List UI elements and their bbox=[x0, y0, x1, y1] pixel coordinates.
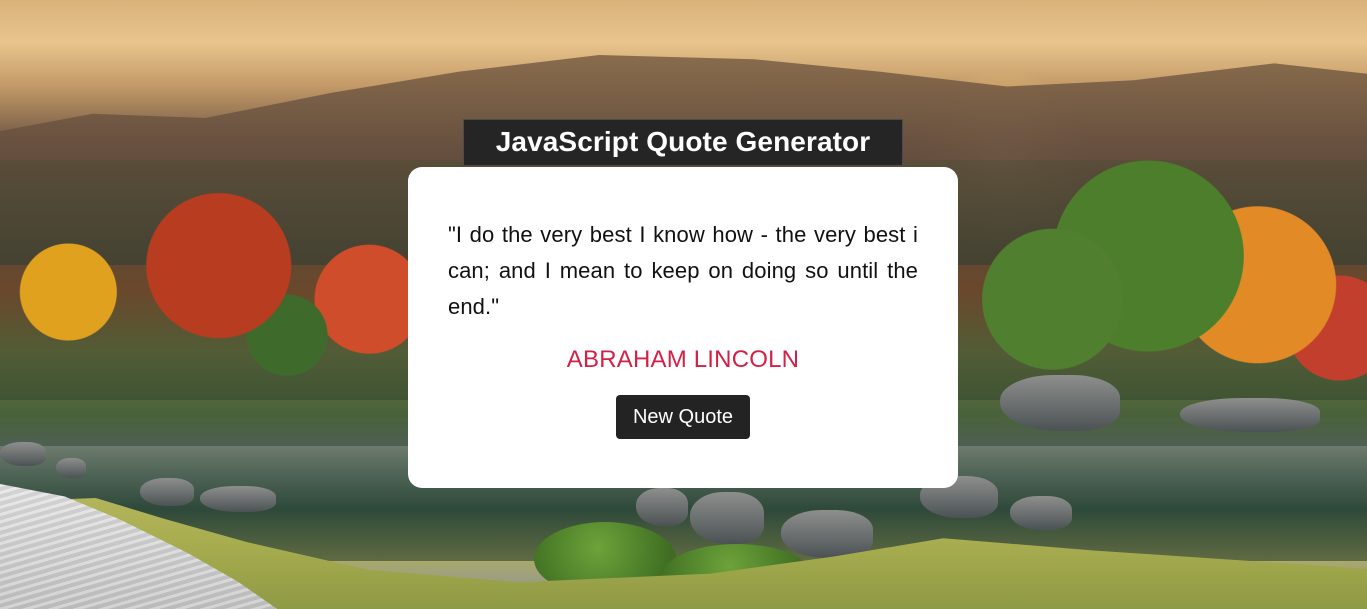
quote-text: "I do the very best I know how - the ver… bbox=[448, 222, 918, 319]
quote-author: ABRAHAM LINCOLN bbox=[566, 346, 800, 373]
new-quote-button[interactable]: New Quote bbox=[616, 395, 750, 439]
rock bbox=[1180, 398, 1320, 432]
button-container: New Quote bbox=[448, 395, 918, 439]
quote-card: "I do the very best I know how - the ver… bbox=[408, 167, 958, 488]
page-title: JavaScript Quote Generator bbox=[463, 118, 903, 166]
